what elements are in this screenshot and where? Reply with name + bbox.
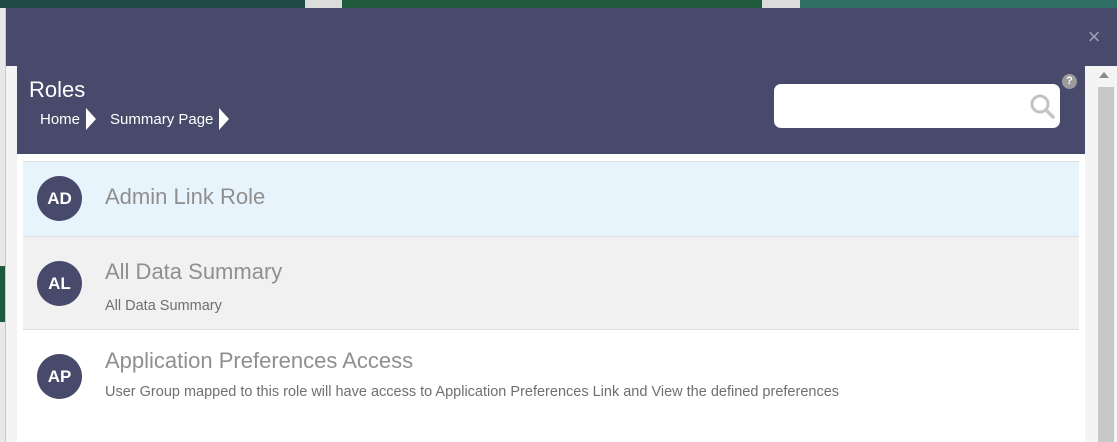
avatar: AL [37, 261, 82, 306]
breadcrumb-label: Home [40, 110, 81, 128]
search-box [774, 84, 1060, 128]
role-row-admin-link-role[interactable]: AD Admin Link Role [23, 161, 1079, 237]
background-segment [342, 0, 762, 8]
role-row-application-preferences-access[interactable]: AP Application Preferences Access User G… [23, 330, 1079, 440]
page-header: Roles Home Summary Page [17, 66, 1085, 154]
role-name[interactable]: Application Preferences Access [105, 348, 413, 374]
role-name[interactable]: All Data Summary [105, 259, 282, 285]
page-title: Roles [29, 77, 86, 102]
scrollbar-thumb[interactable] [1098, 87, 1114, 442]
search-icon[interactable] [1029, 93, 1055, 119]
role-description: User Group mapped to this role will have… [105, 384, 840, 400]
roles-modal: × Roles Home Summary Page AD Admin Link … [5, 8, 1117, 442]
background-segment [800, 0, 1117, 8]
search-input[interactable] [784, 92, 1028, 122]
role-row-all-data-summary[interactable]: AL All Data Summary All Data Summary [23, 237, 1079, 330]
modal-body: Roles Home Summary Page AD Admin Link Ro… [17, 66, 1085, 442]
roles-list: AD Admin Link Role AL All Data Summary A… [17, 161, 1085, 440]
avatar: AP [37, 354, 82, 399]
background-segment [762, 0, 800, 8]
help-icon[interactable]: ? [1062, 74, 1077, 89]
role-name[interactable]: Admin Link Role [105, 184, 265, 210]
breadcrumb-home[interactable]: Home [40, 108, 97, 130]
chevron-right-icon [86, 108, 97, 130]
breadcrumb-label: Summary Page [110, 110, 214, 128]
avatar: AD [37, 176, 82, 221]
breadcrumb-summary-page[interactable]: Summary Page [110, 108, 230, 130]
background-page-strip [0, 0, 1117, 8]
close-button[interactable]: × [1084, 25, 1104, 49]
chevron-right-icon [219, 108, 230, 130]
scrollbar[interactable] [1094, 66, 1117, 442]
background-segment [305, 0, 342, 8]
role-description: All Data Summary [105, 298, 222, 314]
scroll-up-arrow-icon[interactable] [1099, 72, 1109, 78]
background-segment [0, 0, 305, 8]
modal-header: × [6, 8, 1117, 66]
breadcrumb: Home Summary Page [40, 108, 243, 130]
close-icon: × [1087, 24, 1101, 49]
